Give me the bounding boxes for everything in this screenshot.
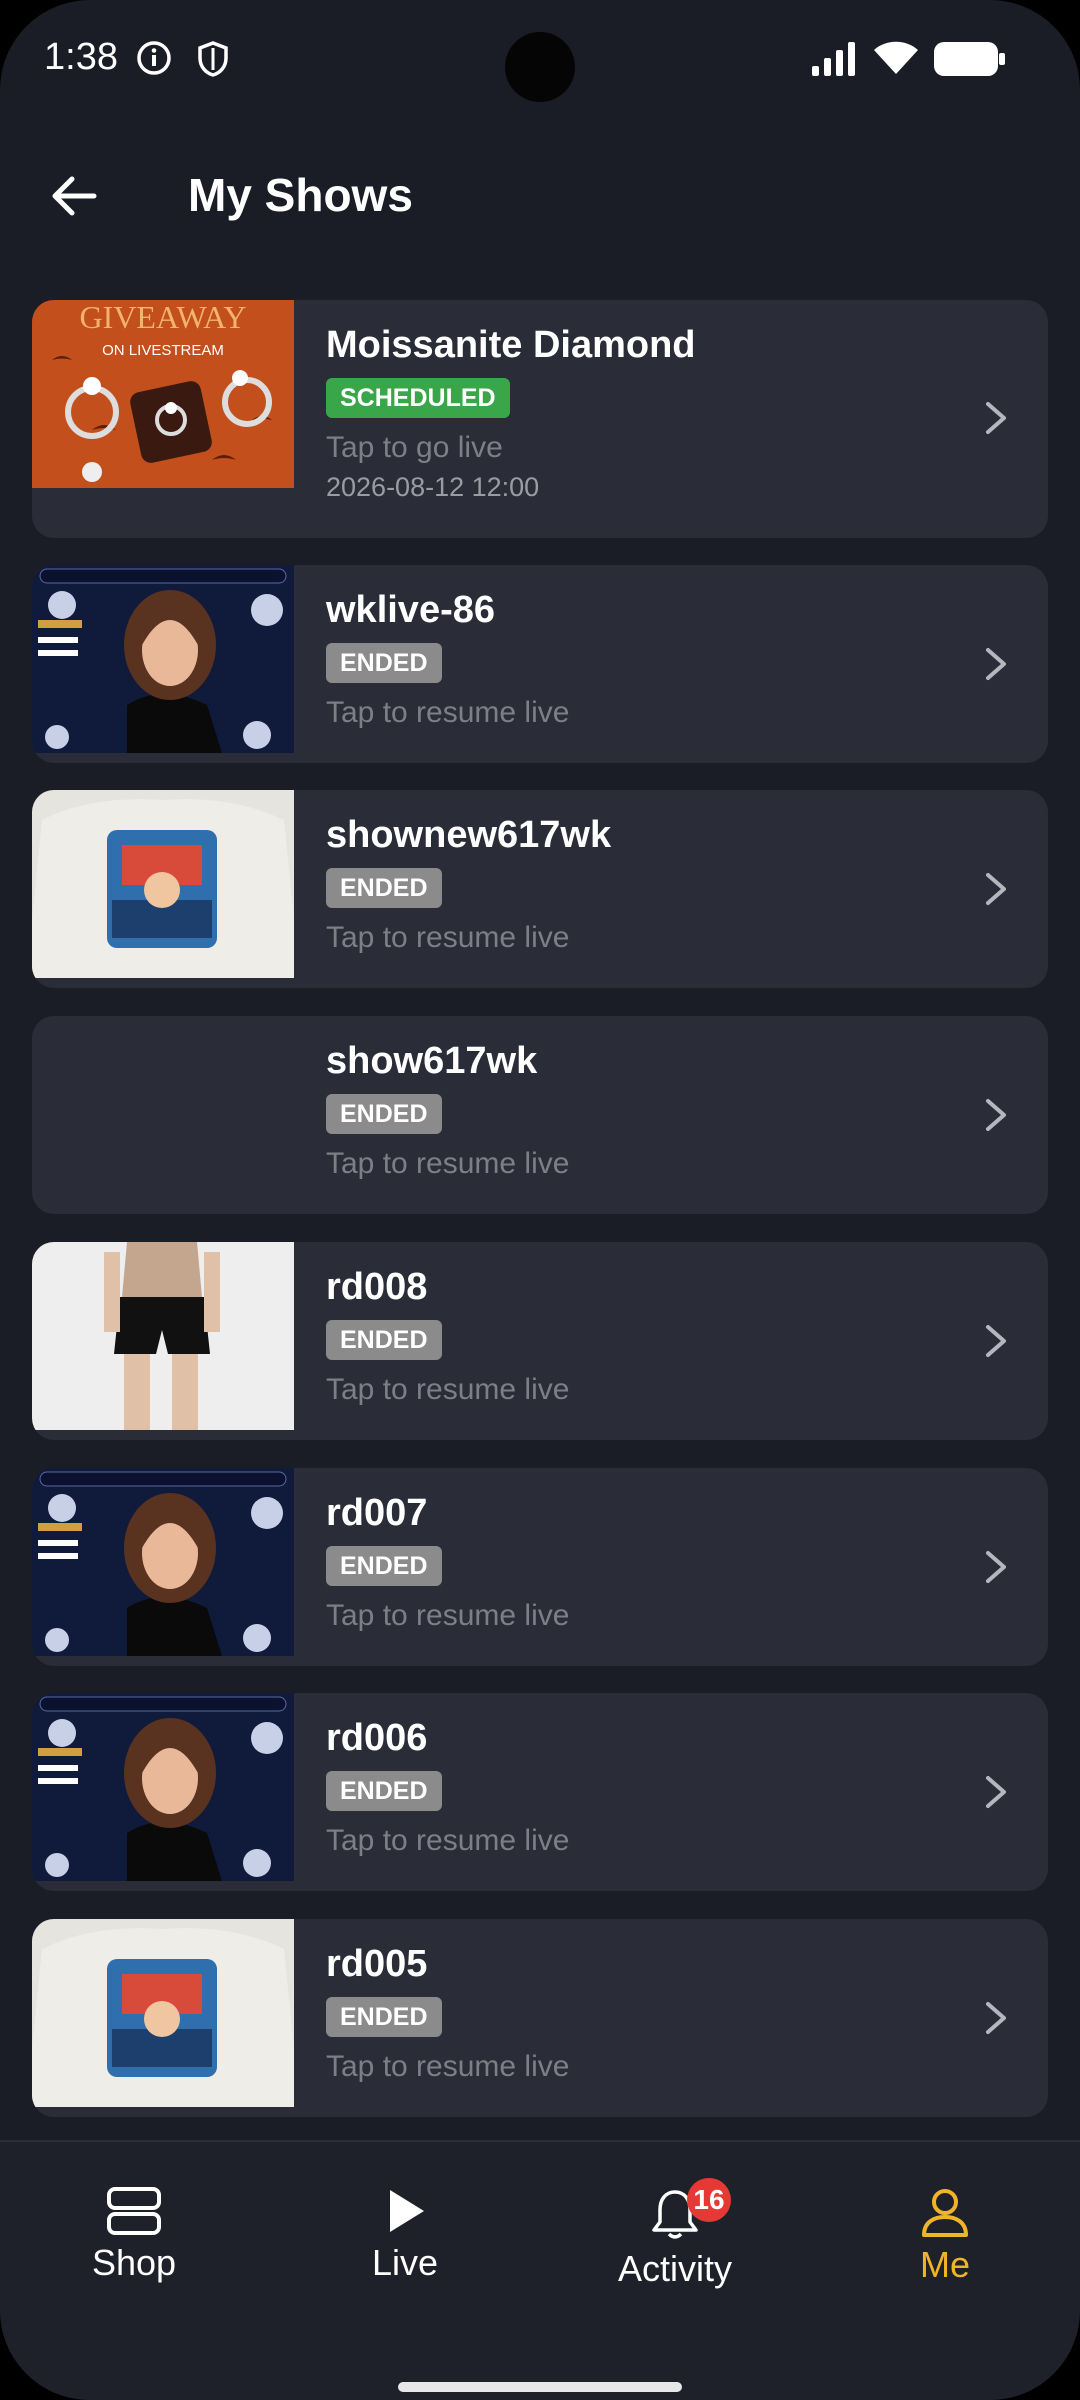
show-info: rd006 ENDED Tap to resume live [326, 1715, 569, 1859]
show-card[interactable]: shownew617wk ENDED Tap to resume live [32, 790, 1048, 988]
status-badge: ENDED [326, 1094, 442, 1134]
show-card[interactable]: rd006 ENDED Tap to resume live [32, 1693, 1048, 1891]
show-date: 2026-08-12 12:00 [326, 472, 540, 502]
person-icon [922, 2189, 968, 2237]
nav-live[interactable]: Live [305, 2186, 505, 2284]
nav-shop-label: Shop [91, 2242, 177, 2283]
show-action-hint: Tap to resume live [326, 696, 570, 729]
show-action-hint: Tap to resume live [326, 2050, 570, 2083]
show-info: Moissanite Diamond SCHEDULED Tap to go l… [326, 322, 696, 503]
notification-badge: 16 [687, 2178, 731, 2222]
chevron-right-icon [986, 873, 1006, 905]
thumb-livestream-text: ON LIVESTREAM [102, 342, 224, 359]
camera-cutout [505, 32, 575, 102]
status-badge: ENDED [326, 643, 442, 683]
show-action-hint: Tap to resume live [326, 921, 570, 954]
show-action-hint: Tap to resume live [326, 1147, 570, 1180]
show-info: shownew617wk ENDED Tap to resume live [326, 812, 611, 956]
show-thumbnail [32, 565, 294, 753]
wifi-icon [874, 41, 918, 74]
show-info: wklive-86 ENDED Tap to resume live [326, 587, 569, 731]
show-card[interactable]: wklive-86 ENDED Tap to resume live [32, 565, 1048, 763]
home-indicator[interactable] [398, 2382, 682, 2392]
chevron-right-icon [986, 2002, 1006, 2034]
nav-activity-label: Activity [617, 2248, 732, 2289]
chevron-right-icon [986, 648, 1006, 680]
info-icon [137, 41, 171, 75]
status-badge: ENDED [326, 1546, 442, 1586]
show-info: show617wk ENDED Tap to resume live [326, 1038, 569, 1182]
status-badge: SCHEDULED [326, 378, 510, 418]
nav-live-label: Live [371, 2242, 439, 2283]
chevron-right-icon [986, 1551, 1006, 1583]
shield-icon [198, 41, 228, 77]
show-info: rd007 ENDED Tap to resume live [326, 1490, 569, 1634]
thumb-giveaway-text: GIVEAWAY [80, 300, 247, 335]
show-name: wklive-86 [326, 589, 495, 631]
show-card[interactable]: rd007 ENDED Tap to resume live [32, 1468, 1048, 1666]
back-arrow-icon[interactable] [44, 166, 104, 226]
show-name: rd006 [326, 1717, 428, 1759]
show-action-hint: Tap to resume live [326, 1824, 570, 1857]
show-card[interactable]: rd008 ENDED Tap to resume live [32, 1242, 1048, 1440]
nav-me[interactable]: Me [845, 2186, 1045, 2286]
app-header: My Shows [0, 130, 1080, 260]
nav-shop[interactable]: Shop [34, 2186, 234, 2284]
nav-activity[interactable]: 16 Activity [575, 2178, 775, 2290]
nav-me-label: Me [919, 2244, 970, 2285]
status-badge: ENDED [326, 868, 442, 908]
status-time: 1:38 [44, 36, 118, 78]
status-badge: ENDED [326, 1320, 442, 1360]
bottom-nav: Shop Live 16 Activity Me [0, 2140, 1080, 2400]
battery-icon [934, 42, 1005, 76]
show-thumbnail [32, 1468, 294, 1656]
show-thumbnail [32, 1693, 294, 1881]
show-thumbnail [32, 1919, 294, 2107]
diamond-model-thumbnail [32, 1468, 294, 1656]
show-name: rd005 [326, 1943, 428, 1985]
chevron-right-icon [986, 1776, 1006, 1808]
play-icon [390, 2190, 424, 2232]
signal-icon [812, 42, 855, 76]
show-card[interactable]: rd005 ENDED Tap to resume live [32, 1919, 1048, 2117]
chevron-right-icon [986, 1099, 1006, 1131]
show-action-hint: Tap to resume live [326, 1599, 570, 1632]
status-bar: 1:38 [0, 0, 1080, 120]
status-badge: ENDED [326, 1771, 442, 1811]
page-title: My Shows [188, 169, 413, 221]
diamond-model-thumbnail [32, 565, 294, 753]
tshirt-thumbnail [32, 1919, 294, 2107]
giveaway-thumbnail: GIVEAWAY ON LIVESTREAM [32, 300, 294, 488]
chevron-right-icon [986, 402, 1006, 434]
shop-icon [107, 2187, 161, 2235]
show-info: rd005 ENDED Tap to resume live [326, 1941, 569, 2085]
show-name: shownew617wk [326, 814, 612, 856]
show-action-hint: Tap to go live [326, 431, 503, 464]
status-badge: ENDED [326, 1997, 442, 2037]
show-thumbnail [32, 790, 294, 978]
show-thumbnail: GIVEAWAY ON LIVESTREAM [32, 300, 294, 488]
show-action-hint: Tap to resume live [326, 1373, 570, 1406]
chevron-right-icon [986, 1325, 1006, 1357]
phone-screen: 1:38 My Shows GIVEAWAY ON LIVESTREAM Moi… [0, 0, 1080, 2400]
show-thumbnail [32, 1242, 294, 1430]
show-name: show617wk [326, 1040, 538, 1082]
show-name: rd007 [326, 1492, 428, 1534]
diamond-model-thumbnail [32, 1693, 294, 1881]
show-card[interactable]: show617wk ENDED Tap to resume live [32, 1016, 1048, 1214]
show-name: rd008 [326, 1266, 428, 1308]
show-name: Moissanite Diamond [326, 324, 696, 366]
show-info: rd008 ENDED Tap to resume live [326, 1264, 569, 1408]
show-card[interactable]: GIVEAWAY ON LIVESTREAM Moissanite Diamon… [32, 300, 1048, 538]
shorts-model-thumbnail [32, 1242, 294, 1430]
tshirt-thumbnail [32, 790, 294, 978]
